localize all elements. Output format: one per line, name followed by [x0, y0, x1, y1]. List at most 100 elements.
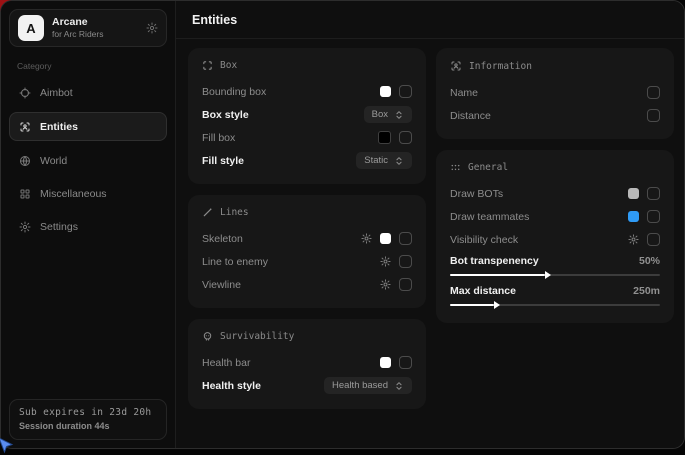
checkbox-distance[interactable]	[647, 109, 660, 122]
slider-thumb[interactable]	[545, 271, 551, 279]
row-controls	[628, 187, 660, 200]
brand-logo: A	[18, 15, 44, 41]
gear-icon[interactable]	[380, 256, 391, 267]
page-title: Entities	[176, 1, 685, 39]
row-controls: Box	[364, 106, 412, 123]
globe-icon	[19, 155, 31, 167]
checkbox-visibility-check[interactable]	[647, 233, 660, 246]
row-controls	[628, 233, 660, 246]
checkbox-skeleton[interactable]	[399, 232, 412, 245]
row-health-bar: Health bar	[202, 351, 412, 374]
color-swatch-bounding-box[interactable]	[380, 86, 391, 97]
gear-icon[interactable]	[146, 22, 158, 34]
slider-row-max-distance: Max distance250m	[450, 281, 660, 311]
row-bounding-box: Bounding box	[202, 80, 412, 103]
column-1: Box Bounding box Box style Box Fill boxFill …	[188, 48, 426, 409]
card-header: Information	[450, 60, 660, 72]
slider-track-bot-transpenency[interactable]	[450, 274, 660, 276]
scan-person-icon	[19, 121, 31, 133]
row-controls	[380, 278, 412, 291]
gear-icon[interactable]	[380, 279, 391, 290]
slider-thumb[interactable]	[494, 301, 500, 309]
card-box: Box Bounding box Box style Box Fill boxFill …	[188, 48, 426, 184]
row-label: Health style	[202, 380, 261, 392]
dropdown-value: Static	[364, 155, 388, 166]
color-swatch-draw-teammates[interactable]	[628, 211, 639, 222]
column-2: InformationNameDistanceGeneralDraw BOTsD…	[436, 48, 674, 323]
main-panel: Entities Box Bounding box Box style Box Fill…	[176, 1, 685, 448]
row-health-style: Health style Health based	[202, 374, 412, 397]
color-swatch-draw-bots[interactable]	[628, 188, 639, 199]
card-title: Survivability	[220, 331, 294, 342]
slider-fill	[450, 304, 494, 306]
dropdown-health-style[interactable]: Health based	[324, 377, 412, 394]
row-box-style: Box style Box	[202, 103, 412, 126]
card-general: GeneralDraw BOTsDraw teammatesVisibility…	[436, 150, 674, 323]
sub-expiry-text: Sub expires in 23d 20h	[19, 407, 157, 418]
row-fill-box: Fill box	[202, 126, 412, 149]
row-visibility-check: Visibility check	[450, 228, 660, 251]
sidebar: A Arcane for Arc Riders Category AimbotE…	[1, 1, 176, 448]
brand-text: Arcane for Arc Riders	[52, 17, 104, 40]
row-label: Line to enemy	[202, 256, 268, 268]
sidebar-item-miscellaneous[interactable]: Miscellaneous	[9, 180, 167, 207]
sidebar-item-aimbot[interactable]: Aimbot	[9, 79, 167, 106]
checkbox-draw-bots[interactable]	[647, 187, 660, 200]
brand-name: Arcane	[52, 17, 104, 29]
mouse-cursor	[0, 437, 15, 455]
card-title: Box	[220, 60, 237, 71]
brackets-icon	[202, 60, 213, 71]
slider-header: Max distance250m	[450, 285, 660, 297]
checkbox-draw-teammates[interactable]	[647, 210, 660, 223]
row-label: Box style	[202, 109, 249, 121]
row-label: Draw BOTs	[450, 188, 503, 200]
color-swatch-fill-box[interactable]	[378, 131, 391, 144]
row-skeleton: Skeleton	[202, 227, 412, 250]
scan-person-icon	[450, 60, 462, 72]
dots-icon	[450, 162, 461, 173]
sidebar-nav: Aimbot Entities World Miscellaneous Settings	[9, 79, 167, 246]
card-lines: LinesSkeletonLine to enemyViewline	[188, 195, 426, 308]
dropdown-value: Health based	[332, 380, 388, 391]
brand-subtitle: for Arc Riders	[52, 30, 104, 39]
checkbox-name[interactable]	[647, 86, 660, 99]
row-draw-bots: Draw BOTs	[450, 182, 660, 205]
slider-value: 50%	[639, 255, 660, 267]
row-controls	[647, 86, 660, 99]
app-window: A Arcane for Arc Riders Category AimbotE…	[0, 0, 685, 449]
sidebar-item-label: Aimbot	[40, 87, 73, 99]
dropdown-fill-style[interactable]: Static	[356, 152, 412, 169]
row-label: Health bar	[202, 357, 250, 369]
sidebar-item-label: World	[40, 155, 67, 167]
card-survivability: SurvivabilityHealth barHealth styleHealt…	[188, 319, 426, 409]
card-title: Information	[469, 61, 532, 72]
color-swatch-health-bar[interactable]	[380, 357, 391, 368]
slider-label: Bot transpenency	[450, 255, 539, 267]
sidebar-item-world[interactable]: World	[9, 147, 167, 174]
row-controls: Health based	[324, 377, 412, 394]
session-duration-text: Session duration 44s	[19, 421, 157, 431]
card-title: Lines	[220, 207, 249, 218]
checkbox-fill-box[interactable]	[399, 131, 412, 144]
row-label: Visibility check	[450, 234, 518, 246]
dropdown-box-style[interactable]: Box	[364, 106, 412, 123]
color-swatch-skeleton[interactable]	[380, 233, 391, 244]
row-controls	[380, 85, 412, 98]
row-fill-style: Fill styleStatic	[202, 149, 412, 172]
sidebar-item-label: Settings	[40, 221, 78, 233]
row-controls	[647, 109, 660, 122]
slider-track-max-distance[interactable]	[450, 304, 660, 306]
card-header: Lines	[202, 207, 412, 218]
gear-icon	[19, 221, 31, 233]
checkbox-line-to-enemy[interactable]	[399, 255, 412, 268]
slider-value: 250m	[633, 285, 660, 297]
gear-icon[interactable]	[628, 234, 639, 245]
row-label: Name	[450, 87, 478, 99]
checkbox-health-bar[interactable]	[399, 356, 412, 369]
gear-icon[interactable]	[361, 233, 372, 244]
checkbox-viewline[interactable]	[399, 278, 412, 291]
sidebar-item-entities[interactable]: Entities	[9, 112, 167, 141]
sidebar-item-settings[interactable]: Settings	[9, 213, 167, 240]
checkbox-bounding-box[interactable]	[399, 85, 412, 98]
row-name: Name	[450, 81, 660, 104]
